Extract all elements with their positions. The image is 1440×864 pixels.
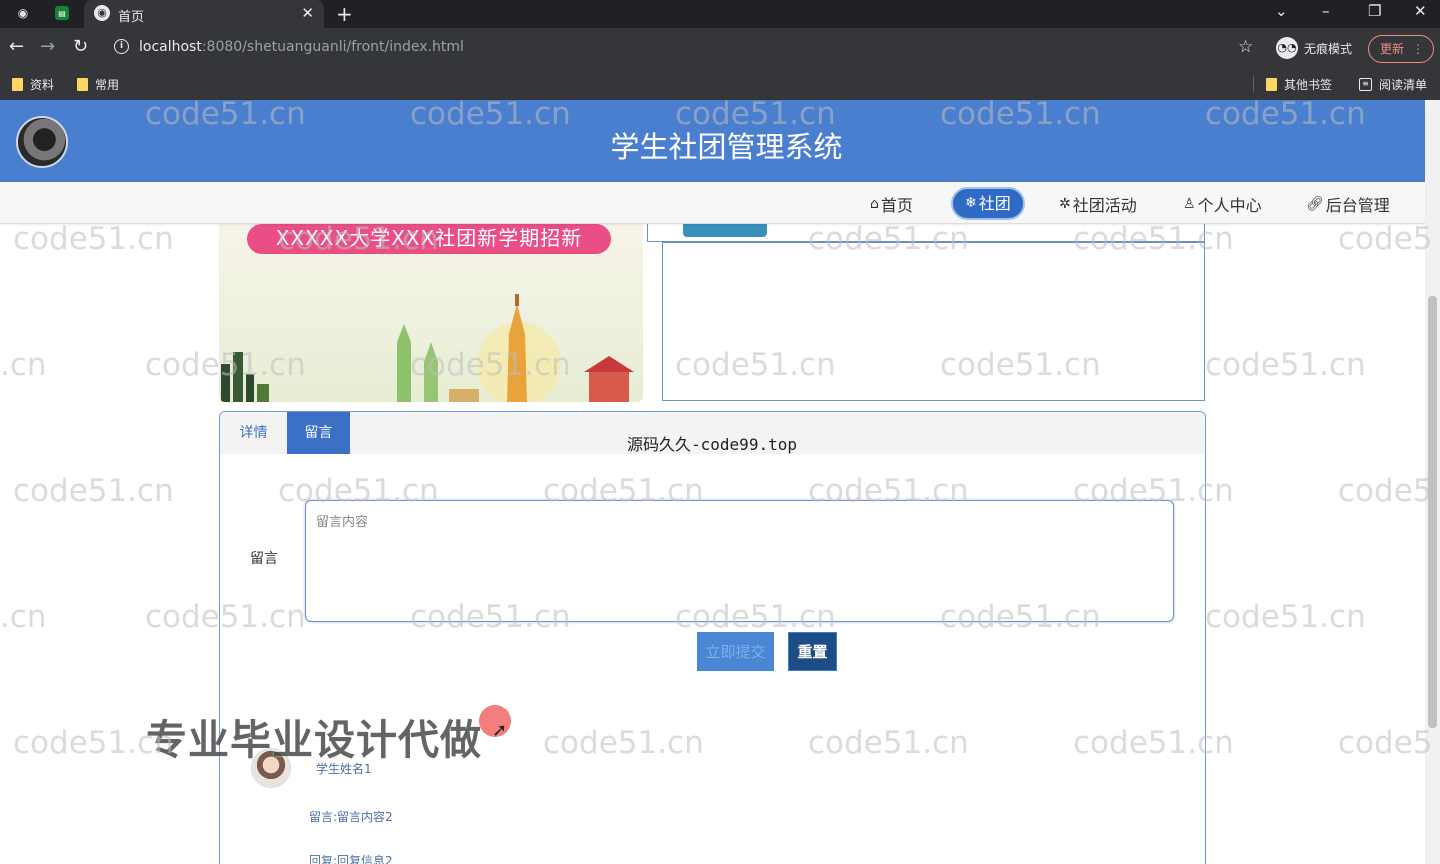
- tab-title: 首页: [118, 10, 145, 25]
- bookmark-divider: [1253, 76, 1254, 92]
- nav-label: 社团: [978, 194, 1011, 213]
- mouse-cursor-icon: ➚: [492, 720, 508, 741]
- more-menu-icon[interactable]: ⋮: [1412, 36, 1424, 62]
- reading-list[interactable]: ≡ 阅读清单: [1359, 76, 1427, 93]
- sheet-icon[interactable]: ▤: [55, 6, 69, 20]
- home-icon: ⌂: [870, 196, 879, 212]
- scrollbar-thumb[interactable]: [1428, 296, 1437, 728]
- watermark: code51.cn: [13, 473, 174, 509]
- restore-icon[interactable]: ❐: [1368, 2, 1381, 20]
- nav-admin[interactable]: 🔗︎ 后台管理: [1306, 192, 1390, 216]
- bookmark-folder-ziliao[interactable]: 资料: [12, 76, 54, 93]
- url-text[interactable]: localhost:8080/shetuanguanli/front/index…: [139, 39, 464, 55]
- watermark: code51.cn: [1205, 599, 1366, 635]
- nav-home[interactable]: ⌂ 首页: [870, 192, 913, 216]
- watermark: .cn: [0, 347, 47, 383]
- bookmark-folder-changyong[interactable]: 常用: [77, 76, 119, 93]
- globe-icon[interactable]: ◉: [14, 4, 32, 22]
- nav-personal-center[interactable]: ♙ 个人中心: [1183, 192, 1262, 216]
- message-label: 留言: [250, 551, 278, 567]
- page-scrollbar[interactable]: [1425, 100, 1440, 864]
- city-skyline-illustration: [221, 294, 634, 402]
- window-close-icon[interactable]: ✕: [1414, 2, 1427, 20]
- club-info-box-top: [647, 224, 1205, 242]
- bookmarks-bar: 资料 常用 其他书签 ≡ 阅读清单: [0, 68, 1440, 100]
- watermark: code51.cn: [1205, 347, 1366, 383]
- nav-label: 个人中心: [1197, 196, 1262, 215]
- site-title: 学生社团管理系统: [610, 130, 843, 164]
- user-icon: ♙: [1183, 196, 1196, 212]
- bookmark-label: 其他书签: [1284, 78, 1333, 92]
- incognito-indicator[interactable]: ◔◔ 无痕模式: [1276, 37, 1352, 59]
- link-icon: 🔗︎: [1306, 196, 1324, 212]
- incognito-label: 无痕模式: [1304, 41, 1353, 56]
- forward-arrow-icon[interactable]: →: [40, 36, 55, 57]
- nav-label: 首页: [880, 196, 913, 215]
- reset-button[interactable]: 重置: [788, 632, 837, 671]
- panel-tabs: 详情 留言 源码久久-code99.top: [220, 412, 1204, 454]
- watermark: .cn: [0, 599, 47, 635]
- watermark: code5: [1338, 725, 1433, 761]
- club-banner-image: XXXXX大学XXX社团新学期招新: [219, 224, 643, 402]
- overlay-source-text: 源码久久-code99.top: [627, 435, 797, 454]
- folder-icon: [1266, 78, 1277, 91]
- sparkle-icon: ✲: [1059, 196, 1071, 212]
- main-nav: ⌂ 首页 ❄ 社团 ✲ 社团活动 ♙ 个人中心 🔗︎ 后台管理: [0, 182, 1425, 224]
- message-textarea[interactable]: [305, 500, 1174, 622]
- update-button[interactable]: 更新 ⋮: [1368, 35, 1434, 63]
- site-header: 学生社团管理系统: [0, 100, 1425, 182]
- bookmark-label: 阅读清单: [1379, 78, 1428, 92]
- new-tab-plus-icon[interactable]: +: [336, 2, 353, 26]
- nav-club-activities[interactable]: ✲ 社团活动: [1059, 192, 1137, 216]
- globe-icon: ◉: [94, 5, 110, 21]
- folder-icon: [77, 78, 88, 91]
- browser-tab[interactable]: ◉ 首页 ✕: [84, 0, 324, 28]
- nav-clubs[interactable]: ❄ 社团: [951, 187, 1025, 220]
- browser-tab-strip: ◉ ▤ ◉ 首页 ✕ + ⌄ – ❐ ✕: [0, 0, 1440, 28]
- omnibox[interactable]: i localhost:8080/shetuanguanli/front/ind…: [104, 34, 1264, 62]
- minimize-icon[interactable]: –: [1322, 2, 1330, 20]
- close-icon[interactable]: ✕: [301, 4, 314, 22]
- reading-list-icon: ≡: [1359, 78, 1372, 91]
- bookmark-label: 资料: [30, 78, 55, 92]
- reload-icon[interactable]: ↻: [73, 36, 88, 57]
- chevron-down-icon[interactable]: ⌄: [1275, 2, 1288, 20]
- back-arrow-icon[interactable]: ←: [9, 36, 24, 57]
- snowflake-icon: ❄: [965, 195, 977, 211]
- watermark: code5: [1338, 221, 1433, 257]
- comment-reply: 回复:回复信息2: [309, 854, 393, 864]
- bookmark-star-icon[interactable]: ☆: [1238, 37, 1253, 57]
- watermark: code51.cn: [13, 221, 174, 257]
- incognito-icon: ◔◔: [1276, 37, 1298, 59]
- detail-panel: 详情 留言 源码久久-code99.top 留言 立即提交 重置 学生姓名1 留…: [219, 411, 1206, 864]
- info-icon[interactable]: i: [114, 39, 129, 54]
- folder-icon: [12, 78, 23, 91]
- comment-content: 留言:留言内容2: [309, 810, 393, 824]
- other-bookmarks[interactable]: 其他书签: [1266, 76, 1332, 93]
- promo-overlay-text: 专业毕业设计代做: [146, 716, 482, 764]
- address-bar: ← → ↻ i localhost:8080/shetuanguanli/fro…: [0, 28, 1440, 68]
- nav-label: 社团活动: [1072, 196, 1137, 215]
- web-page: 学生社团管理系统 ⌂ 首页 ❄ 社团 ✲ 社团活动 ♙ 个人中心 🔗︎ 后台管理…: [0, 100, 1440, 864]
- watermark: code5: [1338, 473, 1433, 509]
- nav-label: 后台管理: [1325, 196, 1390, 215]
- bookmark-label: 常用: [95, 78, 120, 92]
- submit-button[interactable]: 立即提交: [697, 632, 774, 671]
- club-info-box: [662, 242, 1205, 401]
- update-label: 更新: [1380, 42, 1405, 56]
